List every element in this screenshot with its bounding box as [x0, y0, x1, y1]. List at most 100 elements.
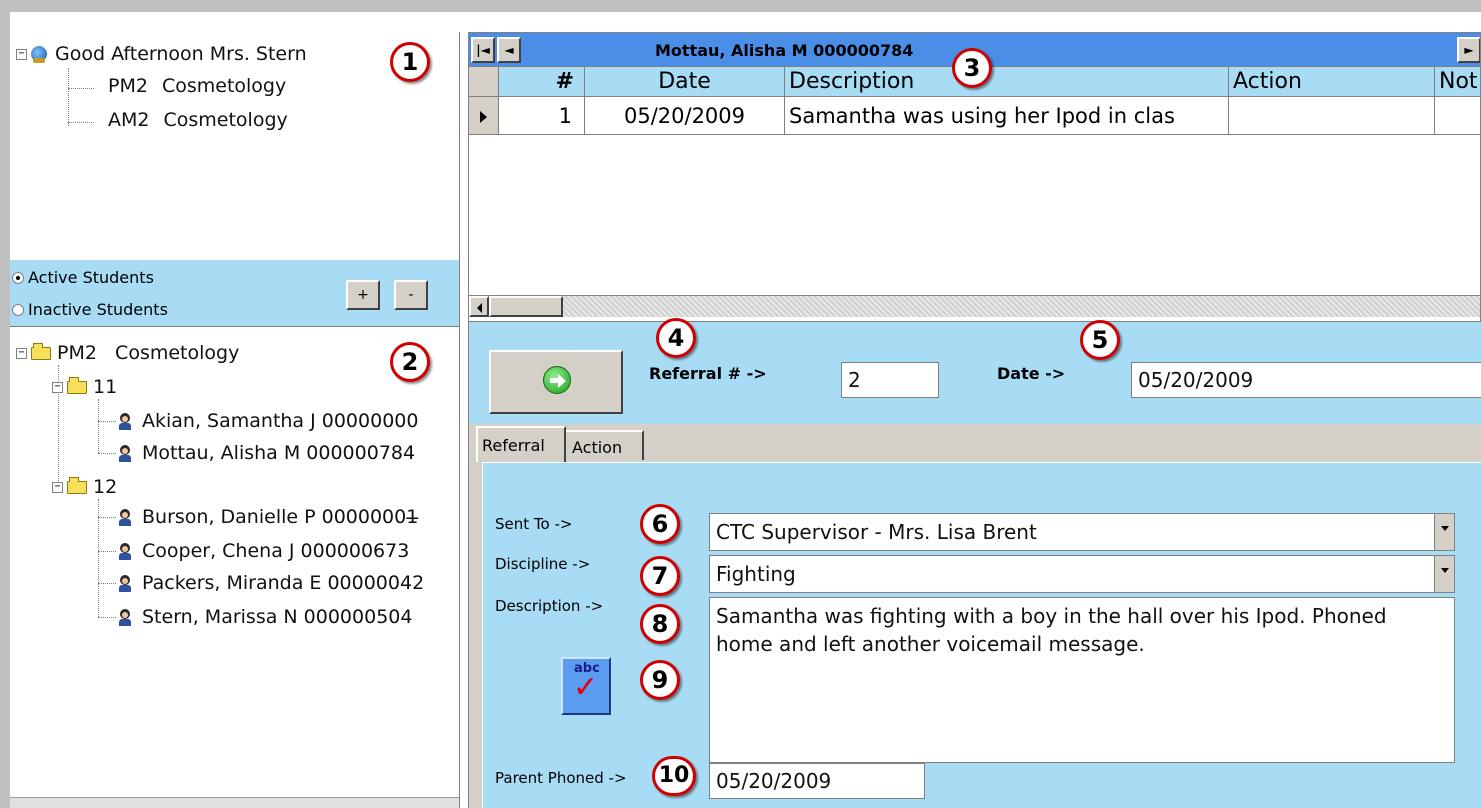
active-students-radio[interactable]: Active Students: [12, 268, 154, 287]
student-icon: [118, 444, 132, 462]
tree-horizontal-scrollbar[interactable]: [10, 797, 459, 808]
student-name: Mottau, Alisha M 000000784: [142, 442, 416, 464]
cell-notes[interactable]: [1435, 97, 1480, 135]
grid-title: Mottau, Alisha M 000000784: [655, 41, 914, 60]
student-item[interactable]: Packers, Miranda E 00000042: [118, 569, 424, 597]
add-button[interactable]: +: [346, 280, 380, 310]
radio-selected-icon: [12, 271, 24, 284]
collapse-icon[interactable]: −: [52, 481, 63, 493]
class-name: Cosmetology: [163, 109, 288, 131]
inactive-students-label: Inactive Students: [28, 300, 168, 319]
classes-tree-root[interactable]: − Good Afternoon Mrs. Stern: [16, 40, 307, 68]
student-icon: [118, 508, 132, 526]
callout-10: 10: [652, 756, 696, 796]
class-item-am2[interactable]: AM2 Cosmetology: [108, 106, 288, 134]
student-item[interactable]: Cooper, Chena J 000000673: [118, 537, 409, 565]
col-header-description[interactable]: Description: [785, 67, 1229, 97]
referral-number-field[interactable]: 2: [841, 362, 939, 398]
row-selector-header: [469, 67, 499, 97]
classes-root-label: Good Afternoon Mrs. Stern: [55, 43, 307, 65]
student-icon: [118, 608, 132, 626]
tab-referral[interactable]: Referral: [476, 426, 566, 462]
student-icon: [118, 574, 132, 592]
description-textarea[interactable]: Samantha was fighting with a boy in the …: [709, 597, 1455, 763]
sent-to-label: Sent To ->: [495, 515, 573, 533]
folder-icon: [67, 476, 87, 494]
col-header-action[interactable]: Action: [1229, 67, 1435, 97]
cell-action[interactable]: [1229, 97, 1435, 135]
date-field[interactable]: 05/20/2009: [1131, 362, 1481, 398]
class-item-pm2[interactable]: PM2 Cosmetology: [108, 72, 286, 100]
arrow-right-icon: [543, 366, 571, 394]
parent-phoned-field[interactable]: 05/20/2009: [709, 763, 925, 799]
sent-to-value: CTC Supervisor - Mrs. Lisa Brent: [716, 520, 1037, 544]
student-icon: [118, 542, 132, 560]
discipline-label: Discipline ->: [495, 555, 591, 573]
spellcheck-button[interactable]: abc ✓: [561, 657, 611, 715]
cell-description[interactable]: Samantha was using her Ipod in clas: [785, 97, 1229, 135]
window-top-border: [0, 0, 1481, 12]
radio-empty-icon: [12, 303, 24, 316]
discipline-dropdown[interactable]: Fighting: [709, 555, 1455, 593]
group-label: 12: [93, 476, 118, 498]
nav-prev-button[interactable]: ◄: [497, 37, 521, 63]
callout-2: 2: [390, 342, 430, 382]
collapse-icon[interactable]: −: [16, 347, 27, 359]
students-root-label: PM2 Cosmetology: [57, 342, 240, 364]
referral-form: Sent To -> CTC Supervisor - Mrs. Lisa Br…: [482, 462, 1481, 808]
callout-7: 7: [640, 556, 680, 596]
student-name: Akian, Samantha J 00000000: [142, 410, 419, 432]
student-name: Stern, Marissa N 000000504: [142, 606, 413, 628]
tree-group-11[interactable]: − 11: [52, 373, 117, 401]
window-left-border: [0, 12, 10, 808]
callout-6: 6: [640, 504, 680, 544]
grid-horizontal-scrollbar[interactable]: [469, 295, 1480, 317]
cell-date[interactable]: 05/20/2009: [585, 97, 785, 135]
remove-button[interactable]: -: [394, 280, 428, 310]
sent-to-dropdown[interactable]: CTC Supervisor - Mrs. Lisa Brent: [709, 513, 1455, 551]
students-tree-panel: − PM2 Cosmetology − 11 Akian, Samantha J…: [10, 326, 460, 808]
scroll-thumb[interactable]: [489, 296, 563, 317]
student-name: Packers, Miranda E 00000042: [142, 572, 425, 594]
student-name: Cooper, Chena J 000000673: [142, 540, 410, 562]
col-header-date[interactable]: Date: [585, 67, 785, 97]
dropdown-arrow-icon[interactable]: [1434, 514, 1454, 550]
student-icon: [118, 412, 132, 430]
student-item[interactable]: Burson, Danielle P 00000001̶: [118, 503, 418, 531]
class-code: PM2: [108, 75, 148, 97]
referral-number-label: Referral # ->: [649, 364, 767, 383]
nav-first-button[interactable]: |◄: [471, 37, 495, 63]
callout-8: 8: [640, 604, 680, 644]
col-header-num[interactable]: #: [499, 67, 585, 97]
scroll-left-icon: [477, 303, 482, 313]
cell-num[interactable]: 1: [499, 97, 585, 135]
callout-5: 5: [1080, 320, 1120, 360]
callout-9: 9: [640, 660, 680, 700]
dropdown-arrow-icon[interactable]: [1434, 556, 1454, 592]
inactive-students-radio[interactable]: Inactive Students: [12, 300, 168, 319]
student-item[interactable]: Stern, Marissa N 000000504: [118, 603, 412, 631]
row-selector[interactable]: [469, 97, 499, 135]
active-students-label: Active Students: [28, 268, 154, 287]
tab-action[interactable]: Action: [566, 430, 644, 460]
date-label: Date ->: [997, 364, 1066, 383]
col-header-notes[interactable]: Not: [1435, 67, 1480, 97]
referral-header-panel: Referral # -> 2 Date -> 05/20/2009: [468, 322, 1481, 424]
student-item[interactable]: Akian, Samantha J 00000000: [118, 407, 418, 435]
go-button[interactable]: [489, 350, 623, 414]
tree-group-12[interactable]: − 12: [52, 473, 117, 501]
student-item[interactable]: Mottau, Alisha M 000000784: [118, 439, 415, 467]
nav-next-button[interactable]: ►: [1457, 37, 1480, 63]
student-filter-bar: Active Students Inactive Students + -: [10, 260, 460, 326]
students-tree-root[interactable]: − PM2 Cosmetology: [16, 339, 239, 367]
collapse-icon[interactable]: −: [52, 381, 63, 393]
folder-icon: [31, 342, 51, 360]
tab-action-label: Action: [572, 438, 623, 457]
class-name: Cosmetology: [161, 75, 287, 97]
scroll-left-button[interactable]: [469, 296, 489, 317]
current-row-arrow-icon: [480, 111, 487, 123]
checkmark-icon: ✓: [573, 670, 599, 705]
student-name: Burson, Danielle P 00000001̶: [142, 506, 419, 528]
group-label: 11: [93, 376, 118, 398]
collapse-icon[interactable]: −: [16, 48, 27, 60]
